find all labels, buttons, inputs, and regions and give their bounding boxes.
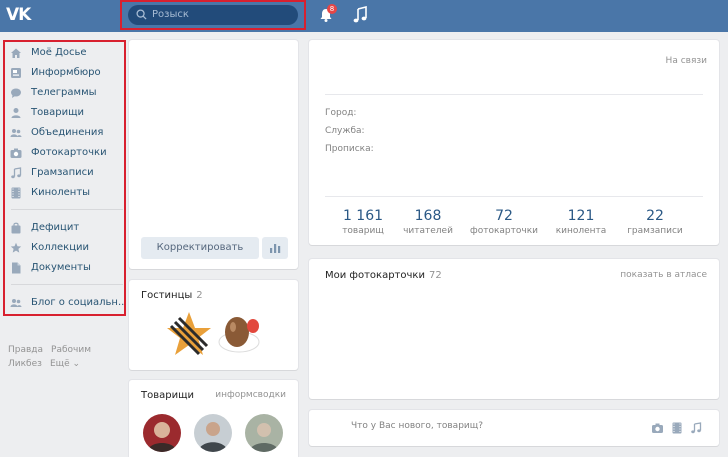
counter-label: грамзаписи <box>627 226 683 236</box>
counter-videos[interactable]: 121 кинолента <box>541 208 621 236</box>
gifts-card: Гостинцы 2 <box>129 280 298 370</box>
info-work-label: Служба: <box>325 126 365 136</box>
search-highlight-box: Розыск <box>120 0 306 30</box>
nav-item-label: Товарищи <box>31 107 85 118</box>
document-icon <box>12 262 21 274</box>
friends-card: Товарищи информсводки <box>129 380 298 457</box>
counter-photos[interactable]: 72 фотокарточки <box>464 208 544 236</box>
gifts-header[interactable]: Гостинцы 2 <box>141 290 203 301</box>
home-icon <box>11 48 21 58</box>
nav-item-label: Коллекции <box>31 242 89 253</box>
camera-icon <box>10 148 22 158</box>
star-icon <box>10 242 22 253</box>
counter-label: читателей <box>403 226 453 236</box>
friends-title[interactable]: Товарищи <box>141 390 194 401</box>
nav-item-label: Киноленты <box>31 187 91 198</box>
search-icon <box>136 9 147 20</box>
counter-value: 22 <box>646 208 664 224</box>
info-city-label: Город: <box>325 108 357 118</box>
nav-item-label: Грамзаписи <box>31 167 94 178</box>
user-icon <box>11 108 21 118</box>
bag-icon <box>11 222 21 234</box>
nav-item-label: Фотокарточки <box>31 147 107 158</box>
counter-followers[interactable]: 168 читателей <box>388 208 468 236</box>
my-photos-card: Мои фотокарточки 72 показать в атласе <box>309 259 719 399</box>
photos-title: Мои фотокарточки <box>325 270 425 281</box>
music-icon[interactable] <box>352 6 368 24</box>
gift-chocolate-egg-image[interactable] <box>215 312 263 356</box>
nav-item-friends[interactable]: Товарищи <box>9 104 124 122</box>
nav-item-blog-group[interactable]: Блог о социальн.. <box>9 294 124 312</box>
nav-item-label: Объединения <box>31 127 104 138</box>
groups-icon <box>10 299 22 307</box>
info-divider <box>325 196 703 197</box>
notification-badge: 8 <box>327 4 337 14</box>
photos-header[interactable]: Мои фотокарточки 72 <box>325 270 442 281</box>
footer-link[interactable]: Ликбез <box>8 359 42 369</box>
friend-avatar[interactable] <box>194 414 232 452</box>
nav-item-label: Блог о социальн.. <box>31 297 125 308</box>
counter-label: фотокарточки <box>470 226 538 236</box>
search-placeholder: Розыск <box>152 9 189 20</box>
online-status: На связи <box>665 56 707 66</box>
new-post-card: Что у Вас нового, товарищ? <box>309 410 719 446</box>
film-icon <box>11 187 21 199</box>
footer-link[interactable]: Рабочим <box>51 345 91 355</box>
nav-divider <box>11 284 123 285</box>
groups-icon <box>10 129 22 137</box>
info-residence-label: Прописка: <box>325 144 374 154</box>
footer-links: Правда Рабочим Ликбез Ещё ⌄ <box>8 343 99 371</box>
search-input[interactable]: Розыск <box>128 5 298 25</box>
counter-value: 121 <box>567 208 595 224</box>
stats-button[interactable] <box>262 237 288 259</box>
messages-icon <box>11 88 21 98</box>
counter-label: кинолента <box>555 226 607 236</box>
profile-photo-card: Корректировать <box>129 40 298 269</box>
nav-item-label: Документы <box>31 262 91 273</box>
show-on-map-link[interactable]: показать в атласе <box>620 270 707 280</box>
counter-audios[interactable]: 22 грамзаписи <box>615 208 695 236</box>
top-header: VK Розыск 8 <box>0 0 728 32</box>
footer-link[interactable]: Правда <box>8 345 43 355</box>
friend-avatar[interactable] <box>143 414 181 452</box>
nav-item-label: Моё Досье <box>31 47 87 58</box>
news-icon <box>11 68 21 78</box>
music-note-icon[interactable] <box>690 422 702 434</box>
nav-item-label: Информбюро <box>31 67 101 78</box>
nav-item-documents[interactable]: Документы <box>9 259 124 277</box>
camera-icon[interactable] <box>651 422 664 434</box>
nav-item-market[interactable]: Дефицит <box>9 219 124 237</box>
vk-logo[interactable]: VK <box>6 5 34 27</box>
info-divider <box>325 94 703 95</box>
nav-item-groups[interactable]: Объединения <box>9 124 124 142</box>
photos-count: 72 <box>428 270 442 281</box>
nav-divider <box>11 209 123 210</box>
bar-chart-icon <box>270 244 281 253</box>
nav-item-bookmarks[interactable]: Коллекции <box>9 239 124 257</box>
gifts-title: Гостинцы <box>141 290 193 301</box>
footer-link[interactable]: Ещё ⌄ <box>50 359 80 369</box>
nav-item-messages[interactable]: Телеграммы <box>9 84 124 102</box>
new-post-input[interactable]: Что у Вас нового, товарищ? <box>351 421 483 431</box>
nav-item-news[interactable]: Информбюро <box>9 64 124 82</box>
profile-info-card: На связи Город: Служба: Прописка: 1 161 … <box>309 40 719 245</box>
left-navigation: Моё Досье Информбюро Телеграммы Товарищи… <box>3 40 126 316</box>
nav-item-profile[interactable]: Моё Досье <box>9 44 124 62</box>
counter-value: 168 <box>414 208 442 224</box>
edit-profile-button[interactable]: Корректировать <box>141 237 259 259</box>
gifts-count: 2 <box>196 290 203 301</box>
friend-avatar[interactable] <box>245 414 283 452</box>
nav-item-photos[interactable]: Фотокарточки <box>9 144 124 162</box>
nav-item-videos[interactable]: Киноленты <box>9 184 124 202</box>
gift-ribbon-star-image[interactable] <box>165 310 213 358</box>
nav-item-label: Телеграммы <box>31 87 97 98</box>
nav-item-music[interactable]: Грамзаписи <box>9 164 124 182</box>
counter-value: 72 <box>495 208 513 224</box>
friends-updates-tab[interactable]: информсводки <box>215 390 286 400</box>
music-note-icon <box>11 167 22 179</box>
nav-item-label: Дефицит <box>31 222 80 233</box>
film-icon[interactable] <box>671 422 683 434</box>
